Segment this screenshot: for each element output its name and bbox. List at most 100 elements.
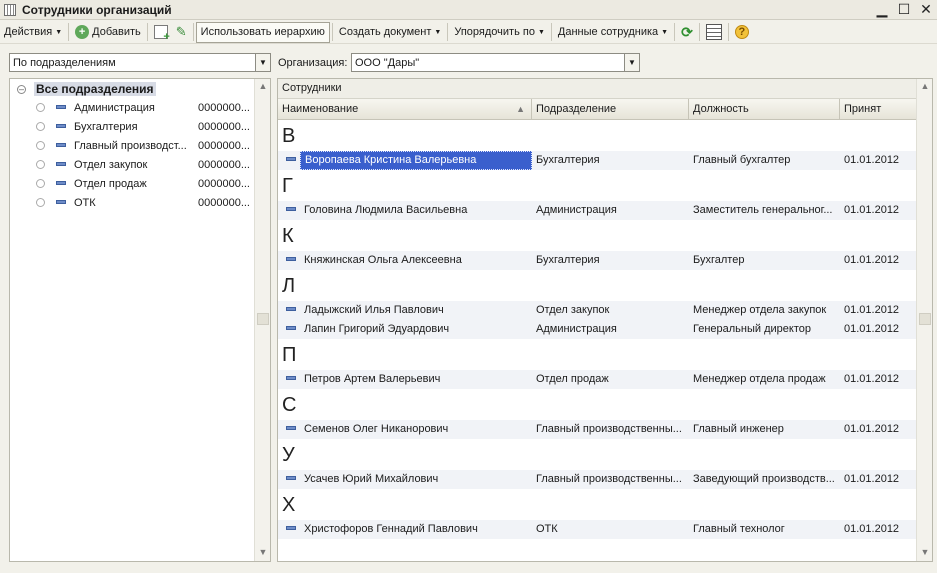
table-row[interactable]: Воропаева Кристина Валерьевна Бухгалтерия…: [278, 151, 916, 170]
minimize-icon[interactable]: ▁: [875, 1, 889, 17]
department-code: 0000000...: [198, 196, 250, 209]
employee-icon: [286, 426, 296, 430]
tree-item[interactable]: Администрация 0000000...: [10, 98, 250, 117]
organization-label: Организация:: [278, 57, 348, 69]
tree-node-icon: [36, 179, 45, 188]
order-by-label: Упорядочить по: [454, 26, 535, 38]
use-hierarchy-button[interactable]: Использовать иерархию: [195, 21, 330, 43]
toolbar-separator: [727, 23, 729, 41]
tree-item[interactable]: ОТК 0000000...: [10, 193, 250, 212]
group-letter: С: [282, 394, 297, 416]
table-row[interactable]: Петров Артем Валерьевич Отдел продаж Менед…: [278, 370, 916, 389]
table-row[interactable]: Головина Людмила Васильевна Администрация…: [278, 201, 916, 220]
employees-grid[interactable]: Сотрудники Наименование ▲ Подразделение …: [277, 78, 933, 562]
employee-department: Бухгалтерия: [536, 254, 600, 266]
department-code: 0000000...: [198, 177, 250, 190]
copy-add-icon: [153, 25, 170, 43]
scroll-thumb[interactable]: [257, 313, 269, 325]
toolbar-separator: [68, 23, 70, 41]
employee-icon: [286, 257, 296, 261]
department-name: Главный производст...: [74, 139, 187, 152]
dropdown-arrow-icon: ▼: [55, 28, 63, 36]
department-icon: [56, 143, 66, 147]
refresh-button[interactable]: ⟳: [677, 22, 697, 43]
scroll-up-icon[interactable]: ▲: [257, 81, 269, 93]
list-settings-icon: [705, 24, 722, 40]
scroll-up-icon[interactable]: ▲: [919, 81, 931, 93]
tree-scrollbar[interactable]: ▲ ▼: [254, 79, 270, 561]
maximize-icon[interactable]: ☐: [897, 1, 911, 17]
table-row[interactable]: Княжинская Ольга Алексеевна Бухгалтерия Бу…: [278, 251, 916, 270]
column-header-name[interactable]: Наименование ▲: [278, 99, 532, 120]
department-code: 0000000...: [198, 120, 250, 133]
employee-name: Головина Людмила Васильевна: [304, 204, 468, 216]
table-row[interactable]: Христофоров Геннадий Павлович ОТК Главный …: [278, 520, 916, 539]
department-icon: [56, 162, 66, 166]
close-icon[interactable]: ✕: [919, 1, 933, 17]
grid-body: В Воропаева Кристина Валерьевна Бухгалтери…: [278, 121, 916, 561]
employee-department: Отдел закупок: [536, 304, 610, 316]
order-by-menu[interactable]: Упорядочить по ▼: [450, 22, 549, 43]
column-header-label: Наименование: [282, 103, 359, 115]
help-icon: ?: [734, 25, 749, 39]
employee-hired-date: 01.01.2012: [844, 304, 900, 316]
toolbar-separator: [146, 23, 148, 41]
pencil-icon: ✎: [175, 24, 187, 39]
employee-name: Семенов Олег Никанорович: [304, 423, 449, 435]
table-row[interactable]: Лапин Григорий Эдуардович Администрация Ге…: [278, 320, 916, 339]
employee-hired-date: 01.01.2012: [844, 473, 900, 485]
dropdown-arrow-icon: ▼: [434, 28, 442, 36]
employee-name: Воропаева Кристина Валерьевна: [300, 151, 532, 170]
tree-item[interactable]: Отдел продаж 0000000...: [10, 174, 250, 193]
employee-position: Главный бухгалтер: [693, 154, 791, 166]
employee-name: Христофоров Геннадий Павлович: [304, 523, 478, 535]
grid-scrollbar[interactable]: ▲ ▼: [916, 79, 932, 561]
chevron-down-icon[interactable]: ▼: [255, 54, 270, 71]
tree-item[interactable]: Отдел закупок 0000000...: [10, 155, 250, 174]
view-mode-select[interactable]: По подразделениям ▼: [9, 53, 271, 72]
departments-tree[interactable]: – Все подразделения Администрация 0000000…: [9, 78, 271, 562]
column-header-hired[interactable]: Принят: [840, 99, 916, 120]
window-icon: [4, 3, 16, 16]
collapse-icon[interactable]: –: [17, 84, 26, 94]
use-hierarchy-label: Использовать иерархию: [200, 26, 325, 38]
toolbar-separator: [331, 23, 333, 41]
employee-position: Заведующий производств...: [693, 473, 835, 485]
employee-icon: [286, 307, 296, 311]
column-header-department[interactable]: Подразделение: [532, 99, 689, 120]
scroll-thumb[interactable]: [919, 313, 931, 325]
tree-node-icon: [36, 198, 45, 207]
table-row[interactable]: Ладыжский Илья Павлович Отдел закупок Мене…: [278, 301, 916, 320]
copy-button[interactable]: [150, 22, 172, 43]
department-code: 0000000...: [198, 101, 250, 114]
chevron-down-icon[interactable]: ▼: [624, 54, 639, 71]
toolbar: Действия▼ + Добавить ✎ Использовать иера…: [0, 21, 937, 44]
tree-item[interactable]: Бухгалтерия 0000000...: [10, 117, 250, 136]
employee-hired-date: 01.01.2012: [844, 523, 900, 535]
list-settings-button[interactable]: [702, 22, 726, 43]
employee-department: Бухгалтерия: [536, 154, 600, 166]
department-name: Отдел продаж: [74, 177, 147, 190]
group-letter: П: [282, 344, 297, 366]
scroll-down-icon[interactable]: ▼: [919, 547, 931, 559]
tree-root[interactable]: – Все подразделения: [17, 81, 156, 97]
employee-icon: [286, 526, 296, 530]
tree-item[interactable]: Главный производст... 0000000...: [10, 136, 250, 155]
employee-position: Заместитель генеральног...: [693, 204, 833, 216]
employee-data-menu[interactable]: Данные сотрудника ▼: [554, 22, 672, 43]
help-button[interactable]: ?: [731, 22, 753, 43]
table-row[interactable]: Усачев Юрий Михайлович Главный производст…: [278, 470, 916, 489]
scroll-down-icon[interactable]: ▼: [257, 547, 269, 559]
view-mode-value: По подразделениям: [13, 56, 116, 69]
column-header-label: Подразделение: [536, 103, 617, 115]
table-row[interactable]: Семенов Олег Никанорович Главный производ…: [278, 420, 916, 439]
organization-select[interactable]: ООО "Дары" ▼: [351, 53, 640, 72]
actions-menu[interactable]: Действия ▼: [0, 22, 66, 43]
group-letter: В: [282, 125, 296, 147]
add-button[interactable]: + Добавить: [71, 22, 145, 43]
create-document-menu[interactable]: Создать документ ▼: [335, 22, 445, 43]
column-header-position[interactable]: Должность: [689, 99, 840, 120]
employee-position: Бухгалтер: [693, 254, 745, 266]
tree-node-icon: [36, 122, 45, 131]
edit-button[interactable]: ✎: [172, 22, 191, 43]
